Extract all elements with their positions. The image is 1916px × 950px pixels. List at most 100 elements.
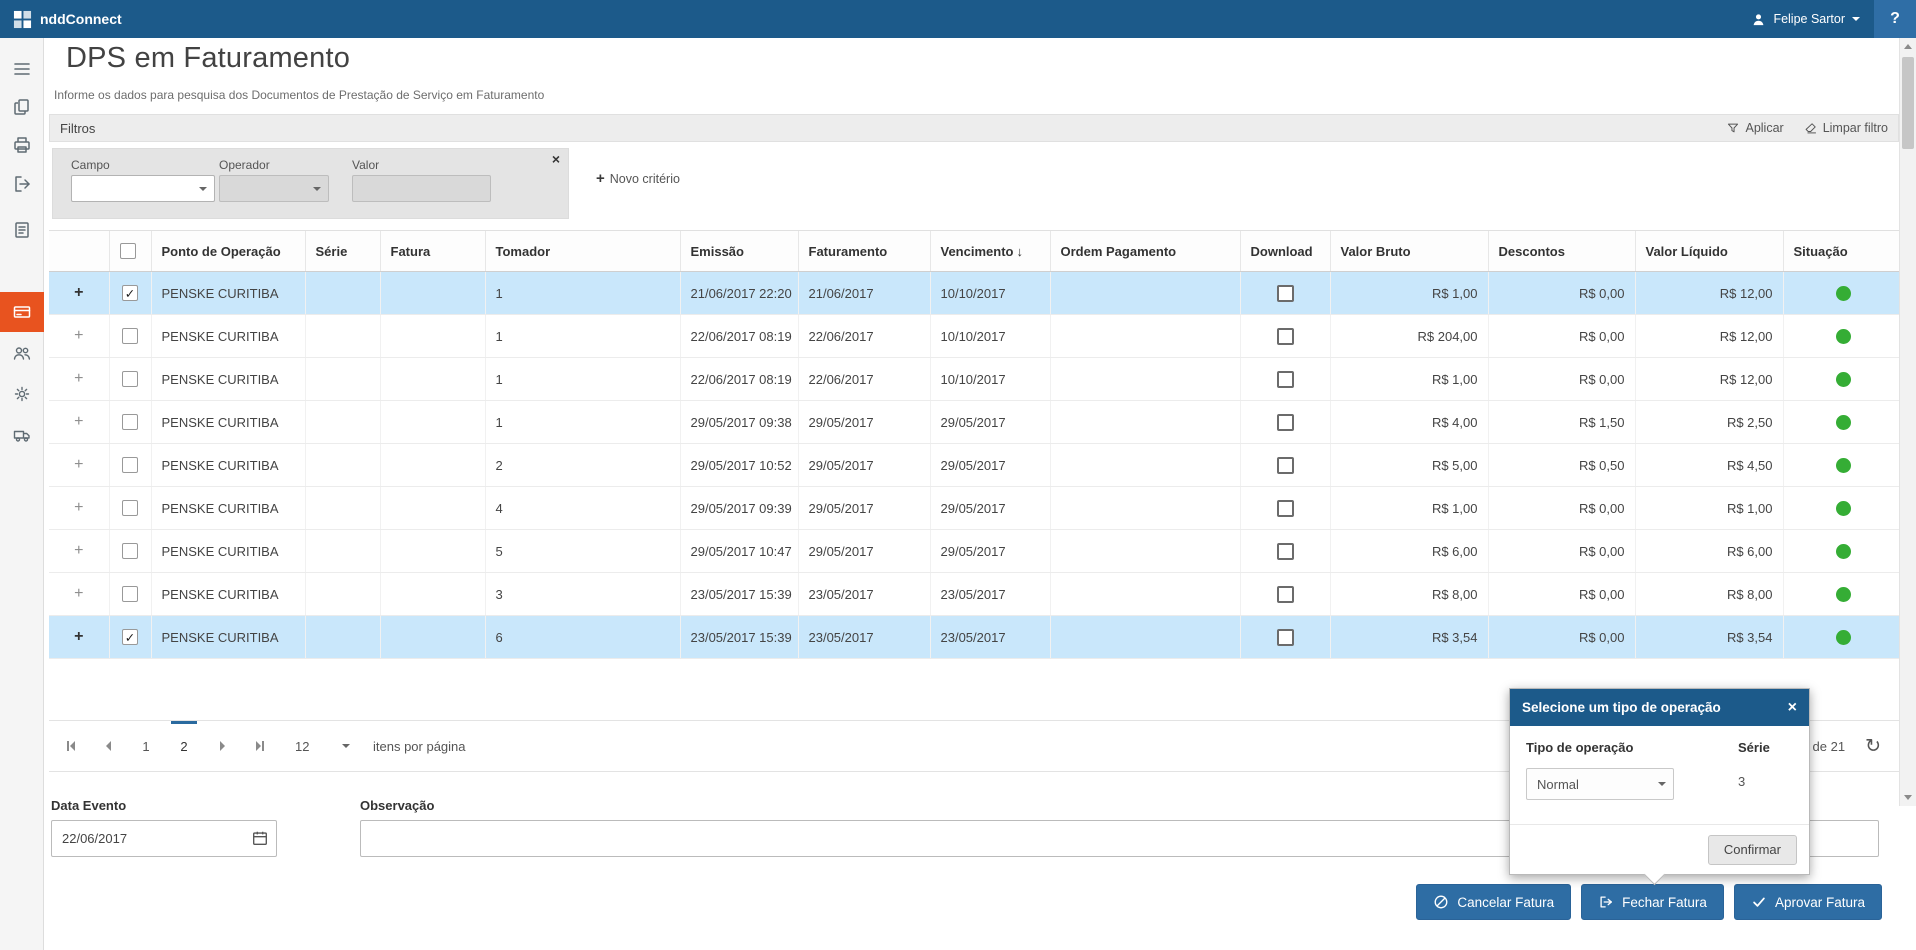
last-page-button[interactable]	[247, 721, 273, 771]
cell-emissao: 22/06/2017 08:19	[680, 315, 798, 358]
sidebar-item-invoice[interactable]	[0, 211, 44, 249]
cell-tomador: 5	[485, 530, 680, 573]
scroll-down-arrow[interactable]	[1900, 789, 1916, 806]
sidebar-item-faturamento[interactable]	[0, 292, 44, 332]
sidebar-item-delivery[interactable]	[0, 416, 44, 454]
table-row[interactable]: +PENSKE CURITIBA229/05/2017 10:5229/05/2…	[49, 444, 1904, 487]
row-checkbox[interactable]	[122, 500, 138, 516]
fechar-fatura-button[interactable]: Fechar Fatura	[1581, 884, 1724, 920]
row-checkbox[interactable]	[122, 328, 138, 344]
scrollbar-thumb[interactable]	[1902, 57, 1914, 149]
expand-row-icon[interactable]: +	[74, 327, 83, 344]
download-checkbox[interactable]	[1277, 543, 1294, 560]
expand-row-icon[interactable]: +	[74, 542, 83, 559]
sidebar-item-settings[interactable]	[0, 375, 44, 413]
aprovar-fatura-button[interactable]: Aprovar Fatura	[1734, 884, 1882, 920]
operador-select[interactable]	[219, 175, 329, 202]
col-valor-liquido[interactable]: Valor Líquido	[1635, 231, 1783, 272]
prev-page-button[interactable]	[95, 721, 121, 771]
col-ordem-pagamento[interactable]: Ordem Pagamento	[1050, 231, 1240, 272]
cell-fatura	[380, 530, 485, 573]
cell-fatura	[380, 358, 485, 401]
col-download[interactable]: Download	[1240, 231, 1330, 272]
menu-icon[interactable]	[0, 50, 44, 88]
col-serie[interactable]: Série	[305, 231, 380, 272]
sidebar-item-users[interactable]	[0, 334, 44, 372]
download-checkbox[interactable]	[1277, 414, 1294, 431]
next-page-button[interactable]	[209, 721, 235, 771]
scroll-up-arrow[interactable]	[1900, 38, 1916, 55]
page-size-select[interactable]: 12	[295, 721, 357, 771]
row-checkbox[interactable]	[122, 457, 138, 473]
table-row[interactable]: +PENSKE CURITIBA529/05/2017 10:4729/05/2…	[49, 530, 1904, 573]
popup-title: Selecione um tipo de operação	[1522, 700, 1721, 715]
download-checkbox[interactable]	[1277, 500, 1294, 517]
row-checkbox[interactable]	[122, 414, 138, 430]
row-checkbox[interactable]: ✓	[122, 629, 138, 645]
tipo-operacao-select[interactable]: Normal	[1526, 768, 1674, 800]
table-row[interactable]: +✓PENSKE CURITIBA121/06/2017 22:2021/06/…	[49, 272, 1904, 315]
table-row[interactable]: +PENSKE CURITIBA122/06/2017 08:1922/06/2…	[49, 358, 1904, 401]
row-checkbox[interactable]	[122, 543, 138, 559]
cancelar-fatura-button[interactable]: Cancelar Fatura	[1416, 884, 1571, 920]
user-menu[interactable]: Felipe Sartor	[1737, 0, 1874, 38]
pager-page[interactable]: 1	[133, 721, 159, 771]
clear-filter-button[interactable]: Limpar filtro	[1804, 121, 1888, 135]
expand-row-icon[interactable]: +	[74, 499, 83, 516]
expand-row-icon[interactable]: +	[74, 370, 83, 387]
apply-filter-button[interactable]: Aplicar	[1726, 121, 1783, 135]
table-row[interactable]: +PENSKE CURITIBA323/05/2017 15:3923/05/2…	[49, 573, 1904, 616]
select-all-checkbox[interactable]	[120, 243, 136, 259]
col-vencimento[interactable]: Vencimento↓	[930, 231, 1050, 272]
help-button[interactable]: ?	[1874, 0, 1916, 38]
row-checkbox[interactable]	[122, 371, 138, 387]
download-checkbox[interactable]	[1277, 586, 1294, 603]
data-evento-input[interactable]	[51, 820, 277, 857]
sidebar-item-print[interactable]	[0, 126, 44, 164]
row-checkbox[interactable]: ✓	[122, 285, 138, 301]
campo-select[interactable]	[71, 175, 215, 202]
popup-close-icon[interactable]: ×	[1788, 699, 1797, 717]
col-descontos[interactable]: Descontos	[1488, 231, 1635, 272]
pager-range-label: de 21	[1813, 739, 1846, 754]
table-row[interactable]: +PENSKE CURITIBA429/05/2017 09:3929/05/2…	[49, 487, 1904, 530]
check-icon	[1751, 894, 1767, 910]
confirmar-button[interactable]: Confirmar	[1708, 835, 1797, 865]
first-page-button[interactable]	[57, 721, 83, 771]
expand-row-icon[interactable]: +	[74, 284, 83, 301]
valor-input[interactable]	[352, 175, 491, 202]
download-checkbox[interactable]	[1277, 629, 1294, 646]
col-ponto-de-operacao[interactable]: Ponto de Operação	[151, 231, 305, 272]
table-row[interactable]: +✓PENSKE CURITIBA623/05/2017 15:3923/05/…	[49, 616, 1904, 659]
col-tomador[interactable]: Tomador	[485, 231, 680, 272]
cell-ordem-pagamento	[1050, 315, 1240, 358]
sidebar-item-documents[interactable]	[0, 88, 44, 126]
expand-row-icon[interactable]: +	[74, 585, 83, 602]
calendar-icon[interactable]	[251, 829, 269, 847]
download-checkbox[interactable]	[1277, 328, 1294, 345]
row-checkbox[interactable]	[122, 586, 138, 602]
col-situacao[interactable]: Situação	[1783, 231, 1904, 272]
download-checkbox[interactable]	[1277, 285, 1294, 302]
col-faturamento[interactable]: Faturamento	[798, 231, 930, 272]
cell-descontos: R$ 0,00	[1488, 616, 1635, 659]
table-row[interactable]: +PENSKE CURITIBA129/05/2017 09:3829/05/2…	[49, 401, 1904, 444]
col-select	[109, 231, 151, 272]
download-checkbox[interactable]	[1277, 371, 1294, 388]
download-checkbox[interactable]	[1277, 457, 1294, 474]
pager-page[interactable]: 2	[171, 721, 197, 771]
refresh-icon[interactable]: ↻	[1865, 735, 1881, 758]
expand-row-icon[interactable]: +	[74, 456, 83, 473]
col-valor-bruto[interactable]: Valor Bruto	[1330, 231, 1488, 272]
sidebar-item-export[interactable]	[0, 165, 44, 203]
table-row[interactable]: +PENSKE CURITIBA122/06/2017 08:1922/06/2…	[49, 315, 1904, 358]
aprovar-fatura-label: Aprovar Fatura	[1775, 895, 1865, 910]
new-criteria-button[interactable]: + Novo critério	[596, 170, 680, 187]
expand-row-icon[interactable]: +	[74, 413, 83, 430]
expand-row-icon[interactable]: +	[74, 628, 83, 645]
remove-criteria-icon[interactable]: ×	[552, 152, 560, 166]
col-fatura[interactable]: Fatura	[380, 231, 485, 272]
col-emissao[interactable]: Emissão	[680, 231, 798, 272]
vertical-scrollbar[interactable]	[1899, 38, 1916, 806]
cell-vencimento: 10/10/2017	[930, 315, 1050, 358]
